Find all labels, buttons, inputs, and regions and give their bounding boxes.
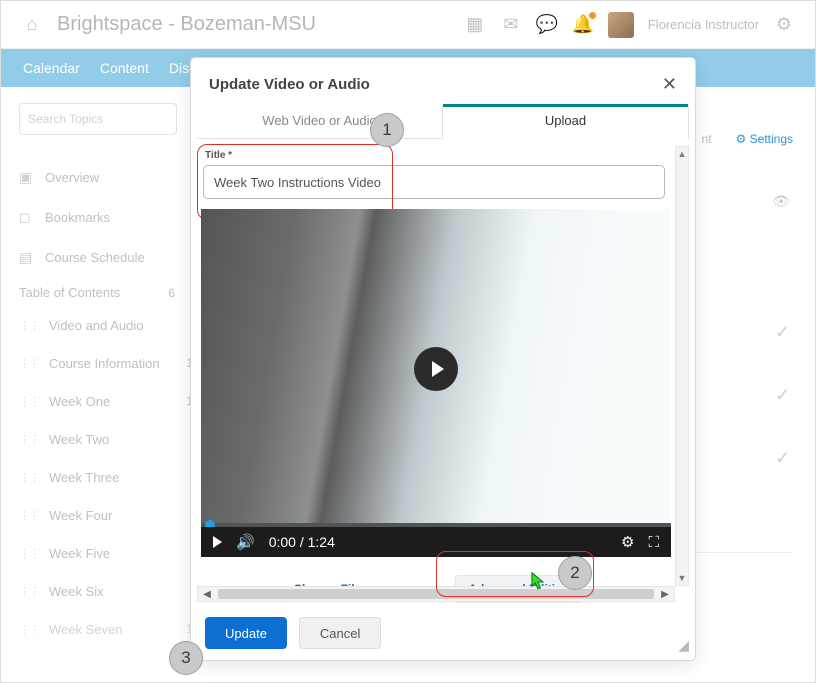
play-icon[interactable] — [213, 536, 222, 548]
settings-gear-icon[interactable]: ⚙ — [621, 533, 634, 551]
sidebar-bookmarks[interactable]: ◻Bookmarks — [19, 197, 193, 237]
scroll-down-icon[interactable]: ▼ — [676, 571, 688, 585]
toc-header[interactable]: Table of Contents6 — [19, 285, 193, 300]
check-icon: ✓ — [775, 322, 790, 343]
tab-upload[interactable]: Upload — [442, 105, 689, 139]
dialog-title: Update Video or Audio — [209, 76, 370, 93]
callout-2: 2 — [558, 556, 592, 590]
drag-handle-icon: ⋮⋮ — [19, 509, 39, 522]
bookmark-icon: ◻ — [19, 209, 35, 226]
play-overlay-icon[interactable] — [414, 347, 458, 391]
drag-handle-icon: ⋮⋮ — [19, 585, 39, 598]
gear-icon[interactable]: ⚙ — [773, 14, 795, 36]
toc-item[interactable]: ⋮⋮Week One1 — [19, 382, 193, 420]
scroll-up-icon[interactable]: ▲ — [676, 147, 688, 161]
title-label: Title * — [205, 150, 673, 161]
avatar[interactable] — [608, 12, 634, 38]
drag-handle-icon: ⋮⋮ — [19, 357, 39, 370]
fullscreen-icon[interactable]: ⛶ — [648, 534, 659, 551]
nav-content[interactable]: Content — [100, 60, 149, 76]
video-time: 0:00 / 1:24 — [269, 534, 335, 550]
visibility-icon[interactable]: 👁 — [772, 193, 790, 210]
toc-item[interactable]: ⋮⋮Week Five — [19, 534, 193, 572]
cancel-button[interactable]: Cancel — [299, 617, 381, 649]
home-icon[interactable]: ⌂ — [21, 14, 43, 36]
update-media-dialog: Update Video or Audio ✕ Web Video or Aud… — [190, 57, 696, 661]
user-name[interactable]: Florencia Instructor — [648, 17, 759, 32]
check-icon: ✓ — [775, 448, 790, 469]
drag-handle-icon: ⋮⋮ — [19, 547, 39, 560]
drag-handle-icon: ⋮⋮ — [19, 471, 39, 484]
toc-item[interactable]: ⋮⋮Week Seven1 — [19, 610, 193, 648]
toc-item[interactable]: ⋮⋮Week Six — [19, 572, 193, 610]
callout-3: 3 — [169, 641, 203, 675]
toc-item[interactable]: ⋮⋮Course Information1 — [19, 344, 193, 382]
drag-handle-icon: ⋮⋮ — [19, 395, 39, 408]
drag-handle-icon: ⋮⋮ — [19, 623, 39, 636]
resize-handle-icon[interactable]: ◢ — [678, 637, 689, 654]
presentation-icon: ▣ — [19, 169, 35, 186]
toc-item[interactable]: ⋮⋮Week Two — [19, 420, 193, 458]
drag-handle-icon: ⋮⋮ — [19, 319, 39, 332]
vertical-scrollbar[interactable]: ▲ ▼ — [675, 146, 689, 586]
tab-web-video[interactable]: Web Video or Audio — [197, 105, 442, 138]
sidebar-schedule[interactable]: ▤Course Schedule — [19, 237, 193, 277]
search-input[interactable]: Search Topics — [19, 103, 177, 135]
close-icon[interactable]: ✕ — [662, 74, 677, 95]
apps-icon[interactable]: ▦ — [464, 14, 486, 36]
calendar-icon: ▤ — [19, 249, 35, 266]
drag-handle-icon: ⋮⋮ — [19, 433, 39, 446]
callout-1: 1 — [370, 113, 404, 147]
sidebar-overview[interactable]: ▣Overview — [19, 157, 193, 197]
scroll-left-icon[interactable]: ◀ — [198, 589, 216, 600]
mail-icon[interactable]: ✉ — [500, 14, 522, 36]
toc-item[interactable]: ⋮⋮Week Three — [19, 458, 193, 496]
brand-title: Brightspace - Bozeman-MSU — [57, 13, 316, 36]
check-icon: ✓ — [775, 385, 790, 406]
toc-item[interactable]: ⋮⋮Video and Audio — [19, 306, 193, 344]
bell-icon[interactable]: 🔔 — [572, 14, 594, 36]
toc-item[interactable]: ⋮⋮Week Four — [19, 496, 193, 534]
nav-calendar[interactable]: Calendar — [23, 60, 80, 76]
title-input[interactable]: Week Two Instructions Video — [203, 165, 665, 199]
update-button[interactable]: Update — [205, 617, 287, 649]
scroll-thumb[interactable] — [218, 589, 654, 599]
horizontal-scrollbar[interactable]: ◀ ▶ — [197, 586, 675, 602]
print-link[interactable]: nt — [702, 132, 712, 146]
scroll-right-icon[interactable]: ▶ — [656, 589, 674, 600]
chat-icon[interactable]: 💬 — [536, 14, 558, 36]
volume-icon[interactable]: 🔊 — [236, 533, 255, 551]
settings-link[interactable]: ⚙ Settings — [736, 132, 793, 146]
video-preview[interactable]: 🔊 0:00 / 1:24 ⚙ ⛶ — [201, 209, 671, 557]
